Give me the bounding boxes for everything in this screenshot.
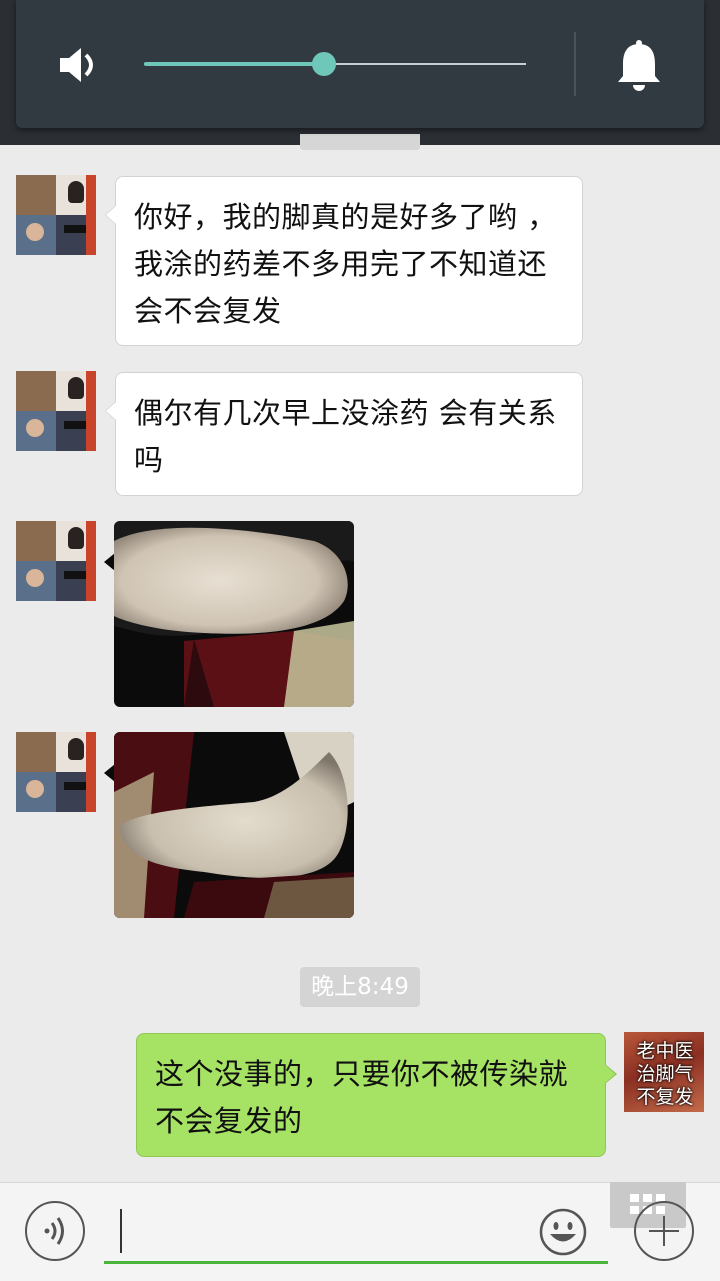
my-avatar[interactable]: 老中医 治脚气 不复发	[624, 1032, 704, 1112]
image-message[interactable]	[114, 521, 354, 707]
speaker-icon[interactable]	[56, 40, 106, 90]
text-caret	[120, 1209, 122, 1253]
emoji-icon[interactable]	[538, 1207, 588, 1257]
avatar-caption: 老中医 治脚气 不复发	[636, 1040, 694, 1108]
volume-fill	[144, 62, 324, 66]
message-input[interactable]	[104, 1205, 608, 1264]
volume-panel	[16, 0, 704, 128]
message-text: 你好，我的脚真的是好多了哟 ，我涂的药差不多用完了不知道还会不会复发	[134, 200, 557, 328]
image-message[interactable]	[114, 732, 354, 918]
foot-photo	[114, 732, 354, 918]
volume-slider[interactable]	[144, 52, 526, 76]
timestamp-stub	[300, 134, 420, 150]
volume-thumb[interactable]	[311, 52, 336, 76]
contact-avatar[interactable]	[16, 732, 96, 812]
contact-avatar[interactable]	[16, 521, 96, 601]
divider	[574, 32, 576, 96]
my-message-bubble[interactable]: 这个没事的，只要你不被传染就不会复发的	[136, 1033, 617, 1157]
bell-icon[interactable]	[614, 38, 664, 92]
message-bubble[interactable]: 偶尔有几次早上没涂药 会有关系吗	[105, 372, 583, 496]
message-text: 这个没事的，只要你不被传染就不会复发的	[155, 1057, 569, 1138]
foot-photo	[114, 521, 354, 707]
time-divider: 晚上8:49	[300, 967, 420, 1007]
plus-icon[interactable]	[634, 1201, 694, 1261]
message-bubble[interactable]: 你好，我的脚真的是好多了哟 ，我涂的药差不多用完了不知道还会不会复发	[105, 176, 583, 346]
message-text: 偶尔有几次早上没涂药 会有关系吗	[134, 396, 557, 477]
voice-icon	[44, 1217, 64, 1245]
contact-avatar[interactable]	[16, 175, 96, 255]
contact-avatar[interactable]	[16, 371, 96, 451]
voice-button[interactable]	[25, 1201, 85, 1261]
